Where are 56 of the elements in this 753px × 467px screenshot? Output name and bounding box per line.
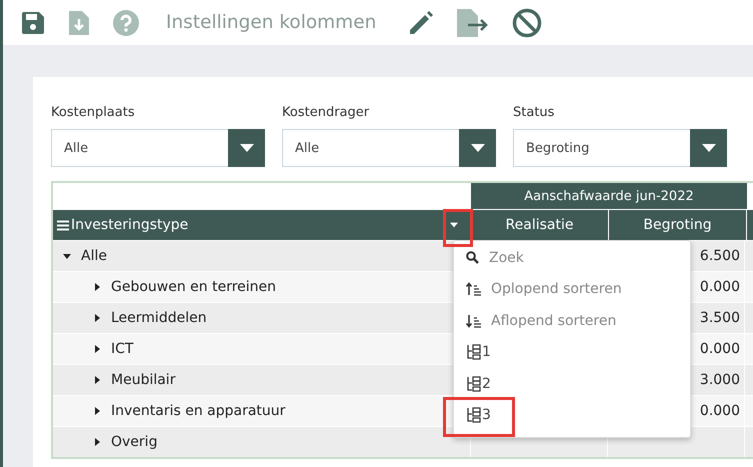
caret-icon	[702, 144, 716, 152]
dropdown-field[interactable]: Alle	[51, 129, 228, 167]
table-cell: 6.500	[700, 248, 740, 264]
row-label: ICT	[111, 341, 134, 357]
hierarchy-icon	[466, 344, 482, 360]
export-button[interactable]	[456, 8, 490, 38]
caret-icon	[240, 144, 254, 152]
table-cell: 0.000	[700, 403, 740, 419]
row-label: Alle	[81, 248, 107, 264]
menu-item[interactable]: 2	[454, 368, 690, 400]
expand-icon[interactable]	[93, 345, 101, 353]
table-cell: 3.000	[700, 372, 740, 388]
row-label: Meubilair	[111, 372, 176, 388]
dropdown-field[interactable]: Alle	[282, 129, 459, 167]
row-label: Inventaris en apparatuur	[111, 403, 286, 419]
filter-label: Kostenplaats	[51, 105, 136, 120]
menu-item[interactable]: 1	[454, 336, 690, 368]
search-icon	[466, 251, 479, 264]
row-label: Gebouwen en terreinen	[111, 279, 276, 295]
page-title: Instellingen kolommen	[166, 12, 376, 33]
caret-icon	[470, 144, 484, 152]
dropdown-button[interactable]	[690, 129, 727, 167]
caret-icon	[450, 222, 458, 228]
menu-item[interactable]: Aflopend sorteren	[454, 305, 690, 336]
save-button[interactable]	[20, 10, 46, 36]
expand-icon[interactable]	[93, 283, 101, 291]
hierarchy-icon	[466, 407, 482, 424]
cancel-button[interactable]	[512, 8, 542, 38]
expand-icon[interactable]	[93, 376, 101, 384]
menu-icon[interactable]	[57, 220, 69, 230]
filter-label: Kostendrager	[282, 105, 370, 120]
dropdown-field[interactable]: Begroting	[513, 129, 690, 167]
table-cell: 0.000	[700, 341, 740, 357]
row-label: Overig	[111, 434, 158, 450]
menu-item[interactable]: Oplopend sorteren	[454, 274, 690, 305]
sort-ascending-icon	[466, 282, 481, 296]
filter-label: Status	[513, 105, 556, 120]
sort-descending-icon	[466, 314, 481, 328]
expand-icon[interactable]	[93, 314, 101, 322]
collapse-icon[interactable]	[63, 252, 71, 260]
expand-icon[interactable]	[93, 438, 101, 446]
table-cell: 0.000	[700, 279, 740, 295]
dropdown-button[interactable]	[459, 129, 496, 167]
hierarchy-icon	[466, 376, 482, 392]
file-download-icon	[68, 8, 90, 36]
file-export-icon	[456, 8, 490, 38]
column-header: Investeringstype	[71, 217, 190, 233]
menu-item[interactable]: Zoek	[454, 242, 690, 274]
menu-item[interactable]: 3	[454, 400, 690, 431]
table-cell: 3.500	[700, 310, 740, 326]
column-group-header: Aanschafwaarde jun-2022	[471, 183, 747, 210]
help-icon	[112, 8, 140, 36]
dropdown-button[interactable]	[228, 129, 265, 167]
prohibited-icon	[512, 8, 542, 38]
row-label: Leermiddelen	[111, 310, 207, 326]
expand-icon[interactable]	[93, 407, 101, 415]
